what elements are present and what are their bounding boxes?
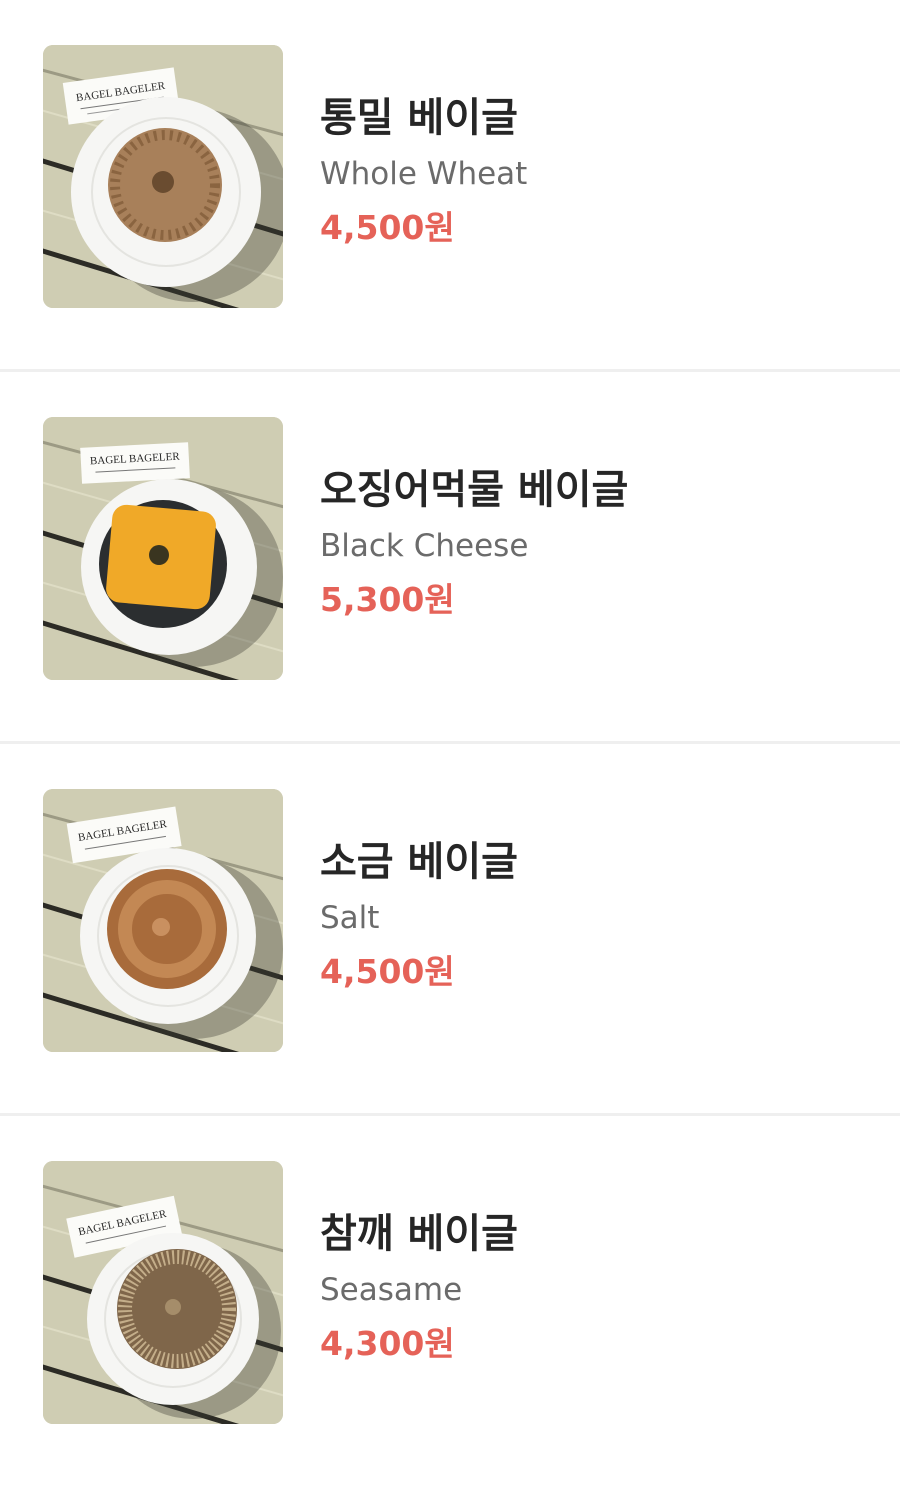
- menu-item-photo[interactable]: BAGEL BAGELER: [43, 417, 283, 680]
- menu-item-name-en: Whole Wheat: [320, 156, 528, 192]
- menu-item[interactable]: BAGEL BAGELER 통밀 베이글 Whole Wheat 4,500원: [0, 0, 900, 372]
- menu-item-info: 소금 베이글 Salt 4,500원: [320, 834, 518, 994]
- menu-item-price: 4,500원: [320, 952, 455, 991]
- bagel-photo-icon: BAGEL BAGELER: [43, 789, 283, 1052]
- menu-item-name-ko[interactable]: 소금 베이글: [320, 834, 518, 890]
- menu-item-photo[interactable]: BAGEL BAGELER: [43, 789, 283, 1052]
- menu-list: BAGEL BAGELER 통밀 베이글 Whole Wheat 4,500원: [0, 0, 900, 1488]
- menu-item-name-ko[interactable]: 오징어먹물 베이글: [320, 462, 628, 518]
- bagel-hole: [152, 171, 174, 193]
- menu-item-photo[interactable]: BAGEL BAGELER: [43, 45, 283, 308]
- menu-item-name-ko[interactable]: 참깨 베이글: [320, 1206, 518, 1262]
- menu-item-name-en: Seasame: [320, 1272, 463, 1308]
- bagel-hole: [152, 918, 170, 936]
- menu-item-info: 통밀 베이글 Whole Wheat 4,500원: [320, 90, 527, 250]
- bagel-hole: [149, 545, 169, 565]
- menu-item-photo[interactable]: BAGEL BAGELER: [43, 1161, 283, 1424]
- menu-item[interactable]: BAGEL BAGELER 오징어먹물 베이글 Black Cheese 5,3…: [0, 372, 900, 744]
- menu-item[interactable]: BAGEL BAGELER 참깨 베이글 Seasame 4,300원: [0, 1116, 900, 1488]
- menu-item-price: 4,300원: [320, 1324, 455, 1363]
- menu-item-name-ko[interactable]: 통밀 베이글: [320, 90, 527, 146]
- menu-item-price: 4,500원: [320, 208, 455, 247]
- bagel-photo-icon: BAGEL BAGELER: [43, 417, 283, 680]
- menu-item[interactable]: BAGEL BAGELER 소금 베이글 Salt 4,500원: [0, 744, 900, 1116]
- menu-item-price: 5,300원: [320, 580, 455, 619]
- menu-item-name-en: Salt: [320, 900, 380, 936]
- menu-item-info: 오징어먹물 베이글 Black Cheese 5,300원: [320, 462, 628, 622]
- menu-item-name-en: Black Cheese: [320, 528, 529, 564]
- menu-item-info: 참깨 베이글 Seasame 4,300원: [320, 1206, 518, 1366]
- bagel-photo-icon: BAGEL BAGELER: [43, 45, 283, 308]
- bagel-photo-icon: BAGEL BAGELER: [43, 1161, 283, 1424]
- bagel-hole: [165, 1299, 181, 1315]
